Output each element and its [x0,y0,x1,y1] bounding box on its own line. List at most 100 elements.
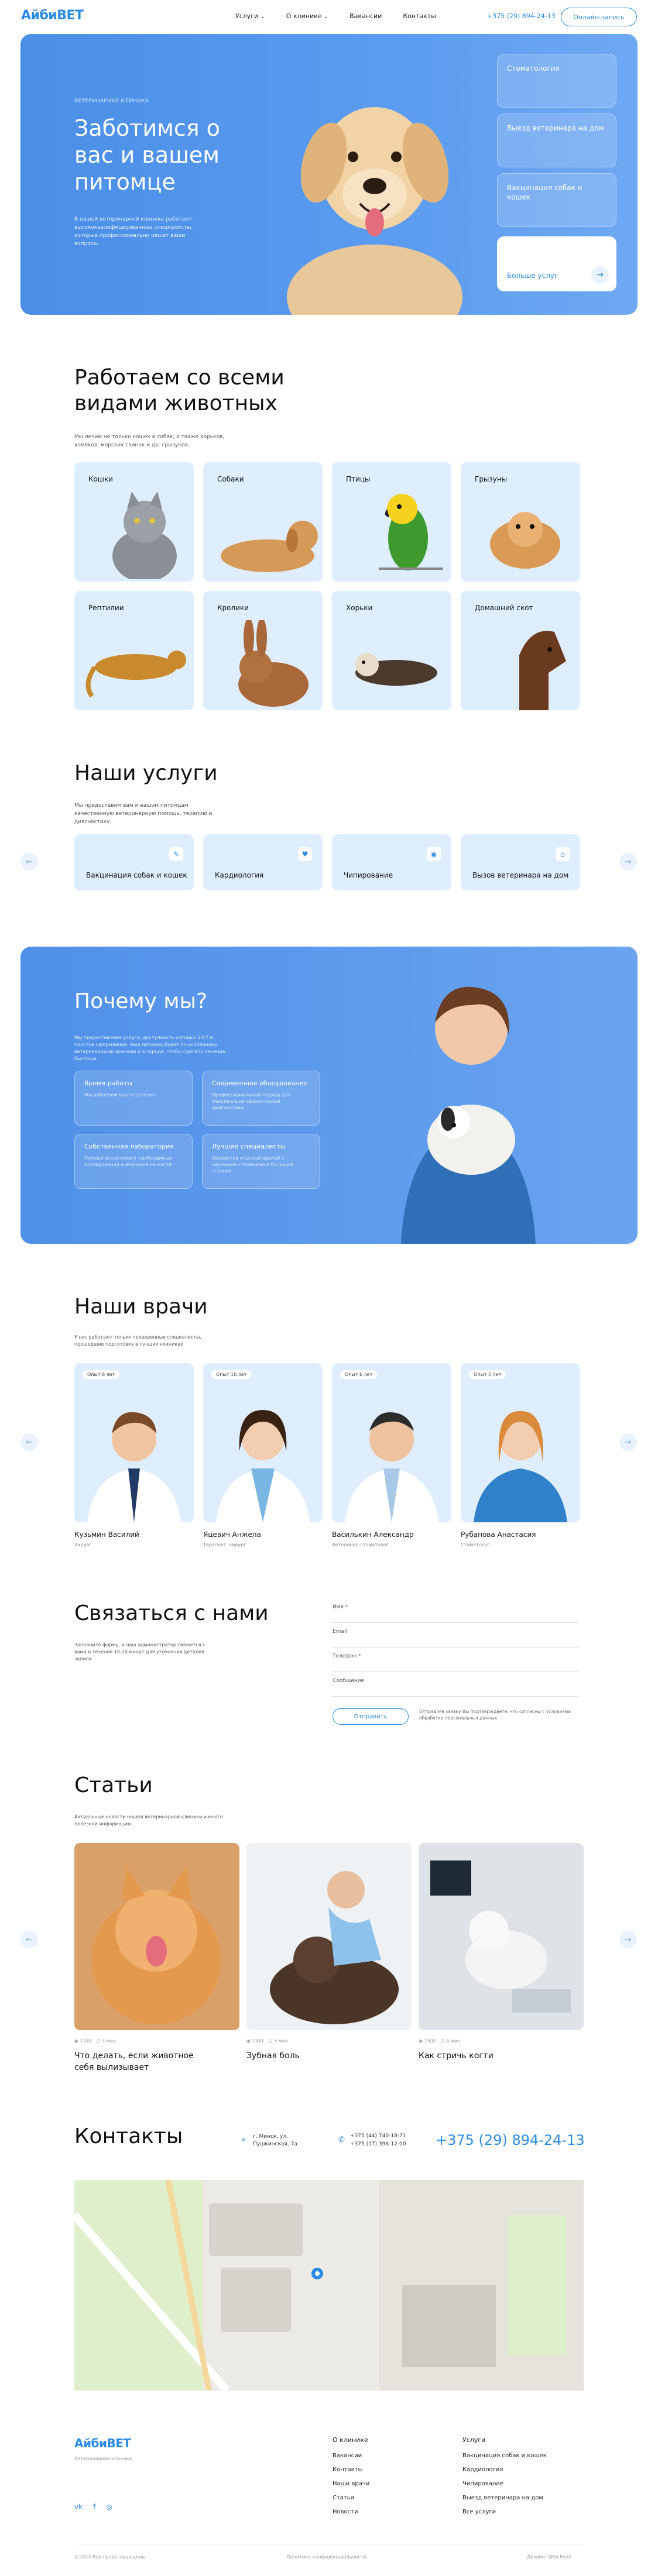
cat-clinic-image [419,1843,584,2030]
lizard-image [85,651,186,698]
animals-subtitle: Мы лечим не только кошек и собак, а такж… [74,434,225,448]
horse-image [519,631,566,710]
footer-col2: Вакцинация собак и кошек Кардиология Чип… [462,2449,547,2519]
vk-icon[interactable]: vk [74,2503,83,2511]
footer-link[interactable]: Статьи [333,2491,369,2505]
footer-logo[interactable]: АйбиВЕТ [74,2436,131,2450]
online-booking-button[interactable]: Онлайн-запись [561,8,637,26]
privacy-link[interactable]: Политика конфиденциальности [287,2554,366,2560]
article-title[interactable]: Как стричь когти [419,2050,559,2062]
hero-card-vaccination[interactable]: Вакцинация собак и кошек [497,173,616,227]
ferret-image [355,653,437,686]
contact-title: Связаться с нами [74,1601,269,1625]
doctor-name: Рубанова Анастасия [461,1531,536,1539]
services-next-button[interactable]: → [619,853,637,871]
header-phone[interactable]: +375 (29) 894-24-13 [487,12,556,20]
service-label: Чипирование [344,871,393,879]
why-card-lab: Собственная лаборатория Полный ассортимен… [74,1134,193,1189]
footer-link[interactable]: Вакцинация собак и кошек [462,2449,547,2463]
message-field[interactable]: Сообщение [333,1678,578,1697]
animal-tile-ferrets[interactable]: Хорьки [332,591,451,710]
service-label: Вызов ветеринара на дом [472,871,569,879]
footer-link[interactable]: Чипирование [462,2477,547,2491]
doctor-name: Кузьмин Василий [74,1531,139,1539]
service-label: Кардиология [215,871,264,879]
consent-text: Отправляя заявку Вы подтверждаете, что с… [419,1709,571,1721]
rabbit-image [238,620,309,707]
animal-tile-rabbits[interactable]: Кролики [203,591,323,710]
service-card-cardiology[interactable]: ♥ Кардиология [203,834,323,890]
why-card-text: Мы работаем круглосуточно [84,1092,156,1098]
send-button[interactable]: Отправить [333,1708,409,1725]
design-credit[interactable]: Дизайн: Web Point [527,2554,571,2560]
footer-link[interactable]: Кардиология [462,2463,547,2477]
instagram-icon[interactable]: ◎ [106,2503,112,2511]
services-subtitle: Мы предоставим вам и вашим питомцам каче… [74,803,213,825]
phone-1[interactable]: +375 (44) 740-18-71 [350,2133,406,2139]
articles-prev-button[interactable]: ← [20,1931,38,1948]
why-card-title: Современное оборудование [212,1079,308,1087]
animal-tile-dogs[interactable]: Собаки [203,462,323,582]
animal-label: Грызуны [475,475,508,483]
footer-link[interactable]: Новости [333,2505,369,2519]
phone-2[interactable]: +375 (17) 396-12-00 [350,2141,406,2147]
doctor-card[interactable]: Опыт 10 лет [203,1363,323,1522]
facebook-icon[interactable]: f [93,2503,95,2511]
nav-vacancies[interactable]: Вакансии [349,12,382,20]
contacts-title: Контакты [74,2124,183,2148]
doctor-card[interactable]: Опыт 5 лет [461,1363,580,1522]
footer-link[interactable]: Вакансии [333,2449,369,2463]
doctor-card[interactable]: Опыт 6 лет [332,1363,451,1522]
footer-link[interactable]: Выезд ветеринара на дом [462,2491,547,2505]
nav-about[interactable]: О клинике [286,12,328,20]
animal-tile-rodents[interactable]: Грызуны [461,462,580,582]
animal-tile-cats[interactable]: Кошки [74,462,194,582]
doctor-name: Яцевич Анжела [203,1531,261,1539]
parrot-image [379,494,443,570]
name-field[interactable]: Имя * [333,1604,578,1623]
email-field[interactable]: Email [333,1629,578,1648]
hero-card-dentistry[interactable]: Стоматология [497,54,616,108]
animal-label: Собаки [217,475,244,483]
hero-title: Заботимся о вас и вашем питомце [74,115,220,195]
services-prev-button[interactable]: ← [20,853,38,871]
doctors-prev-button[interactable]: ← [20,1433,38,1451]
doctors-subtitle: У нас работают только проверенные специа… [74,1335,201,1347]
footer-link[interactable]: Контакты [333,2463,369,2477]
doctor-photo [216,1410,310,1522]
articles-next-button[interactable]: → [619,1931,637,1948]
read-time: 5 мин [274,2038,289,2044]
house-icon: ⌂ [556,847,570,861]
main-phone[interactable]: +375 (29) 894-24-13 [436,2132,585,2148]
article-image[interactable] [74,1843,239,2030]
dog-image [287,107,462,315]
vet-with-dog-image [401,986,536,1244]
article-image[interactable] [419,1843,584,2030]
service-card-vaccination[interactable]: ✎ Вакцинация собак и кошек [74,834,194,890]
doctor-card[interactable]: Опыт 8 лет [74,1363,194,1522]
animal-tile-reptiles[interactable]: Рептилии [74,591,194,710]
doctor-photo [87,1412,181,1522]
experience-badge: Опыт 6 лет [340,1370,378,1379]
hero-card-home-visit[interactable]: Выезд ветеринара на дом [497,114,616,167]
nav-contacts[interactable]: Контакты [403,12,436,20]
service-card-chipping[interactable]: ◉ Чипирование [332,834,451,890]
map[interactable] [74,2180,584,2391]
article-image[interactable] [246,1843,412,2030]
why-card-hours: Время работы Мы работаем круглосуточно [74,1071,193,1126]
footer-link[interactable]: Все услуги [462,2505,547,2519]
animal-tile-birds[interactable]: Птицы [332,462,451,582]
doctors-next-button[interactable]: → [619,1433,637,1451]
why-card-text: Коллектив опытных врачей с научными степ… [212,1155,293,1174]
article-title[interactable]: Что делать, если животное себя вылизывае… [74,2050,215,2073]
logo[interactable]: АйбиВЕТ [21,8,84,23]
footer-link[interactable]: Наши врачи [333,2477,369,2491]
nav-services[interactable]: Услуги [235,12,265,20]
phone-field[interactable]: Телефон * [333,1653,578,1672]
service-card-home-visit[interactable]: ⌂ Вызов ветеринара на дом [461,834,580,890]
hero-banner: ВЕТЕРИНАРНАЯ КЛИНИКА Заботимся о вас и в… [20,34,638,315]
article-title[interactable]: Зубная боль [246,2050,387,2062]
article-meta: ◉ 1348 ◷ 3 мин [74,2038,116,2044]
more-services-card[interactable]: Больше услуг → [497,236,616,291]
animal-tile-livestock[interactable]: Домашний скот [461,591,580,710]
